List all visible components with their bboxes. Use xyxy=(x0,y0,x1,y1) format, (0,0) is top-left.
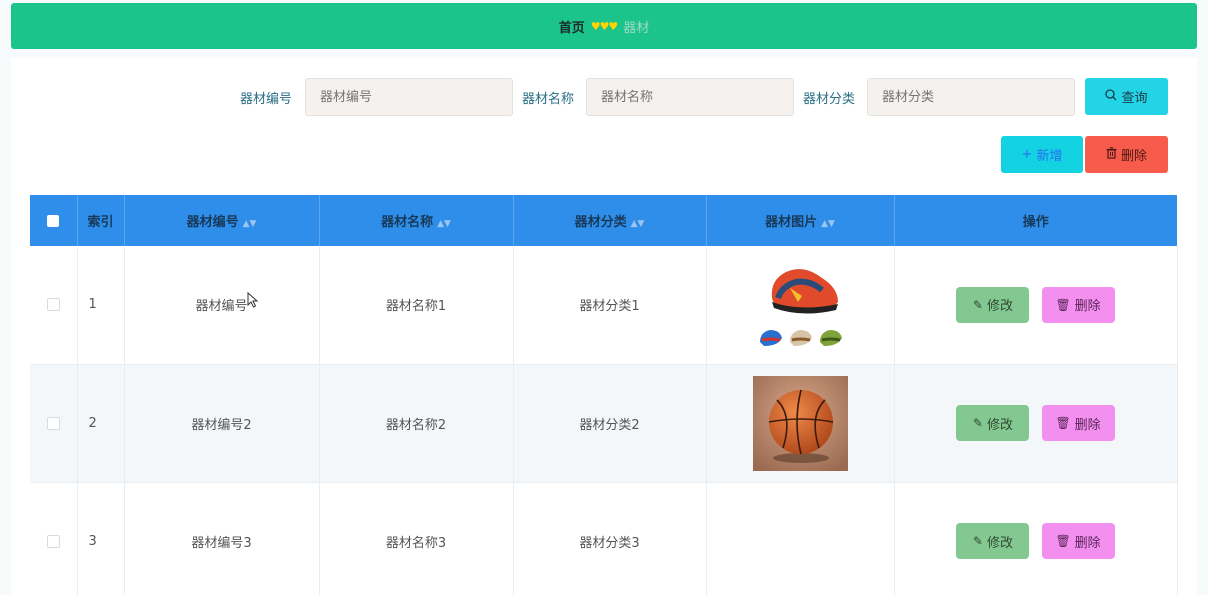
edit-button[interactable]: ✎ 修改 xyxy=(956,523,1030,559)
trash-icon: 🗑 xyxy=(1055,297,1071,312)
basketball-image xyxy=(752,375,848,471)
row-name: 器材名称1 xyxy=(319,246,514,365)
row-category: 器材分类2 xyxy=(513,364,707,483)
trash-icon: 🗑 xyxy=(1055,416,1071,430)
index-header: 索引 xyxy=(77,195,125,246)
row-name: 器材名称2 xyxy=(319,364,514,483)
table-row: 3 器材编号3 器材名称3 器材分类3 ✎ 修改 🗑 删除 xyxy=(30,482,1178,595)
code-input[interactable] xyxy=(305,78,513,116)
sort-icon[interactable]: ▲▼ xyxy=(821,219,835,229)
row-category: 器材分类1 xyxy=(513,246,707,365)
batch-delete-button[interactable]: 删除 xyxy=(1085,136,1168,173)
row-delete-button[interactable]: 🗑 删除 xyxy=(1041,523,1115,559)
pencil-icon: ✎ xyxy=(972,297,983,312)
row-code: 器材编号3 xyxy=(124,482,320,595)
sort-icon[interactable]: ▲▼ xyxy=(243,219,257,229)
action-header: 操作 xyxy=(894,195,1177,246)
category-label: 器材分类 xyxy=(803,92,856,107)
trash-icon xyxy=(1106,146,1117,163)
select-all-checkbox[interactable] xyxy=(47,214,60,227)
heart-separator-icon: ♥♥♥ xyxy=(590,19,619,33)
pencil-icon: ✎ xyxy=(972,416,983,430)
pencil-icon: ✎ xyxy=(972,534,983,548)
basketball-shoes-image xyxy=(760,268,842,346)
breadcrumb-current: 器材 xyxy=(623,20,650,36)
content-panel: 器材编号 器材名称 器材分类 查询 + 新增 删除 索引 器材编 xyxy=(11,58,1197,595)
table-row: 2 器材编号2 器材名称2 器材分类2 ✎ 修改 🗑 删除 xyxy=(30,364,1178,483)
sort-icon[interactable]: ▲▼ xyxy=(631,219,645,229)
equipment-table: 索引 器材编号 ▲▼ 器材名称 ▲▼ 器材分类 ▲▼ 器材图片 ▲▼ 操作 1 器材编号… xyxy=(30,195,1178,595)
row-delete-button[interactable]: 🗑 删除 xyxy=(1041,405,1115,441)
trash-icon: 🗑 xyxy=(1055,534,1071,548)
row-checkbox[interactable] xyxy=(46,416,60,430)
row-index: 3 xyxy=(77,482,125,595)
name-label: 器材名称 xyxy=(522,92,575,107)
edit-button[interactable]: ✎ 修改 xyxy=(956,405,1030,441)
breadcrumb: 首页 ♥♥♥ 器材 xyxy=(11,3,1197,49)
mouse-cursor-icon xyxy=(247,292,259,308)
code-label: 器材编号 xyxy=(240,92,293,107)
row-index: 1 xyxy=(77,246,125,365)
category-input[interactable] xyxy=(867,78,1075,116)
code-header[interactable]: 器材编号 ▲▼ xyxy=(124,195,320,246)
row-code: 器材编号2 xyxy=(124,364,320,483)
category-header[interactable]: 器材分类 ▲▼ xyxy=(513,195,707,246)
row-category: 器材分类3 xyxy=(513,482,707,595)
search-icon xyxy=(1105,88,1117,105)
edit-button[interactable]: ✎ 修改 xyxy=(956,286,1030,323)
name-input[interactable] xyxy=(586,78,794,116)
row-name: 器材名称3 xyxy=(319,482,514,595)
add-button[interactable]: + 新增 xyxy=(1001,136,1083,173)
select-all-header[interactable] xyxy=(30,195,78,246)
breadcrumb-home[interactable]: 首页 xyxy=(559,17,585,36)
query-label: 查询 xyxy=(1121,91,1148,106)
row-delete-button[interactable]: 🗑 删除 xyxy=(1041,286,1115,323)
row-checkbox[interactable] xyxy=(46,298,60,312)
row-checkbox[interactable] xyxy=(46,534,60,548)
plus-icon: + xyxy=(1021,147,1033,162)
row-image-empty xyxy=(706,482,895,595)
name-header[interactable]: 器材名称 ▲▼ xyxy=(319,195,514,246)
sort-icon[interactable]: ▲▼ xyxy=(437,219,451,229)
query-button[interactable]: 查询 xyxy=(1085,78,1168,115)
batch-delete-label: 删除 xyxy=(1120,149,1147,164)
search-form: 器材编号 器材名称 器材分类 查询 xyxy=(11,78,1197,116)
table-row: 1 器材编号 器材名称1 器材分类1 ✎ 修改 🗑 删除 xyxy=(30,246,1178,365)
add-label: 新增 xyxy=(1036,149,1063,164)
image-header[interactable]: 器材图片 ▲▼ xyxy=(706,195,895,246)
row-index: 2 xyxy=(77,364,125,483)
row-code: 器材编号 xyxy=(124,246,320,365)
table-header-row: 索引 器材编号 ▲▼ 器材名称 ▲▼ 器材分类 ▲▼ 器材图片 ▲▼ 操作 xyxy=(30,195,1177,246)
